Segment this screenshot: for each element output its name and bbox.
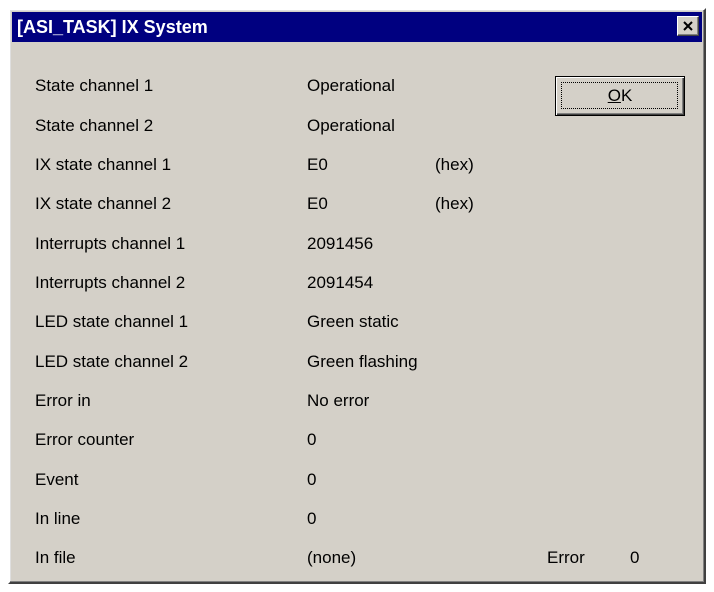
field-label: In line — [35, 509, 81, 528]
field-unit: (hex) — [435, 155, 474, 174]
window-title: [ASI_TASK] IX System — [17, 17, 208, 37]
field-value: Operational — [307, 76, 395, 95]
field-value: 0 — [307, 430, 317, 449]
field-unit: (hex) — [435, 194, 474, 213]
error-label: Error — [547, 548, 585, 567]
ix-system-dialog: [ASI_TASK] IX System OK State channel 1 … — [8, 8, 706, 584]
field-value: 0 — [307, 470, 317, 489]
field-label: State channel 1 — [35, 76, 154, 95]
field-value: Green flashing — [307, 352, 418, 371]
field-value: 2091456 — [307, 234, 374, 253]
ok-label-rest: K — [620, 86, 633, 105]
field-label: In file — [35, 548, 76, 567]
field-label: Error in — [35, 391, 91, 410]
field-value: Green static — [307, 312, 399, 331]
field-value: No error — [307, 391, 370, 410]
error-value: 0 — [630, 548, 640, 567]
field-value: 0 — [307, 509, 317, 528]
ok-accelerator: O — [607, 86, 621, 105]
field-label: IX state channel 1 — [35, 155, 172, 174]
field-label: LED state channel 1 — [35, 312, 189, 331]
field-label: Interrupts channel 2 — [35, 273, 186, 292]
close-button[interactable] — [677, 16, 699, 36]
title-bar[interactable]: [ASI_TASK] IX System — [12, 12, 702, 42]
field-value: E0 — [307, 155, 328, 174]
field-label: State channel 2 — [35, 116, 154, 135]
field-value: 2091454 — [307, 273, 374, 292]
field-label: IX state channel 2 — [35, 194, 172, 213]
field-label: Error counter — [35, 430, 135, 449]
field-value: E0 — [307, 194, 328, 213]
close-icon — [683, 21, 693, 31]
field-label: Interrupts channel 1 — [35, 234, 186, 253]
field-label: LED state channel 2 — [35, 352, 189, 371]
ok-button[interactable]: OK — [555, 76, 685, 116]
field-label: Event — [35, 470, 79, 489]
field-value: Operational — [307, 116, 395, 135]
ok-button-label: OK — [556, 86, 684, 106]
field-value: (none) — [307, 548, 357, 567]
